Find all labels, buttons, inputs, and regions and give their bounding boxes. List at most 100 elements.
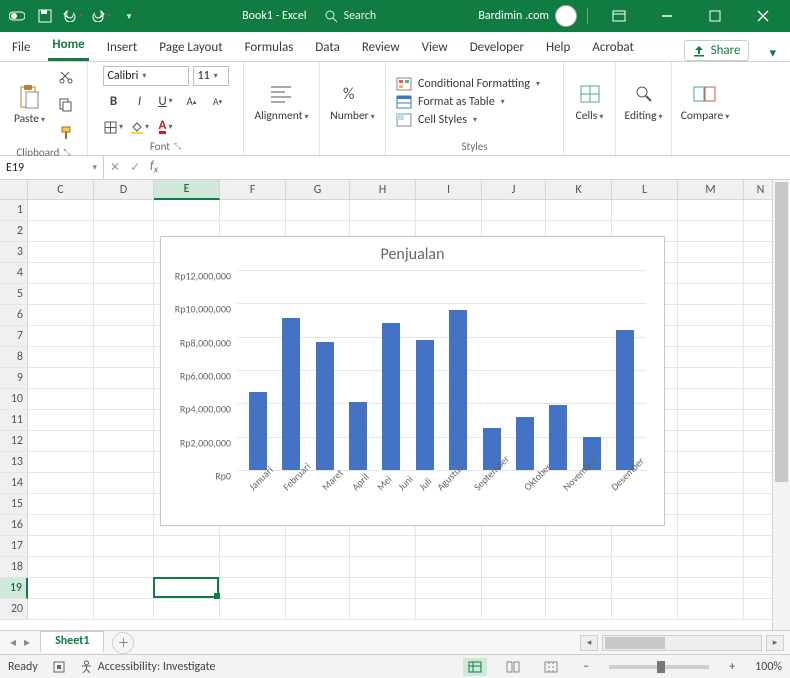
row-header[interactable]: 18 bbox=[0, 557, 28, 578]
sheet-nav-prev[interactable]: ◂ bbox=[10, 635, 16, 650]
cell[interactable] bbox=[28, 494, 94, 515]
cell[interactable] bbox=[94, 599, 154, 620]
cell[interactable] bbox=[94, 368, 154, 389]
row-header[interactable]: 17 bbox=[0, 536, 28, 557]
page-break-view-button[interactable] bbox=[539, 658, 563, 676]
cell[interactable] bbox=[350, 578, 416, 599]
column-header[interactable]: J bbox=[482, 180, 546, 200]
cell[interactable] bbox=[28, 368, 94, 389]
row-header[interactable]: 9 bbox=[0, 368, 28, 389]
formula-input[interactable] bbox=[162, 156, 790, 179]
cell[interactable] bbox=[678, 452, 744, 473]
number-button[interactable]: % Number bbox=[326, 79, 378, 125]
cell[interactable] bbox=[678, 368, 744, 389]
cell[interactable] bbox=[220, 557, 286, 578]
paste-button[interactable]: Paste bbox=[10, 82, 49, 128]
zoom-in-button[interactable]: + bbox=[723, 660, 741, 674]
cell[interactable] bbox=[612, 578, 678, 599]
search-box[interactable]: Search bbox=[325, 9, 377, 23]
font-name-combo[interactable]: Calibri▾ bbox=[103, 66, 189, 86]
italic-button[interactable]: I bbox=[129, 90, 151, 112]
user-avatar[interactable] bbox=[555, 5, 577, 27]
conditional-formatting-button[interactable]: Conditional Formatting▾ bbox=[396, 77, 540, 91]
tab-acrobat[interactable]: Acrobat bbox=[588, 36, 638, 61]
column-header[interactable]: H bbox=[350, 180, 416, 200]
column-header[interactable]: F bbox=[220, 180, 286, 200]
cell[interactable] bbox=[678, 410, 744, 431]
cell[interactable] bbox=[678, 557, 744, 578]
name-box-dropdown[interactable]: ▾ bbox=[92, 162, 97, 173]
underline-button[interactable]: U bbox=[155, 90, 177, 112]
zoom-level[interactable]: 100% bbox=[755, 660, 782, 674]
font-size-combo[interactable]: 11▾ bbox=[193, 66, 229, 86]
accessibility-status[interactable]: Accessibility: Investigate bbox=[80, 660, 216, 674]
column-header[interactable]: I bbox=[416, 180, 482, 200]
cell[interactable] bbox=[482, 599, 546, 620]
cell[interactable] bbox=[94, 557, 154, 578]
alignment-button[interactable]: Alignment bbox=[250, 79, 312, 125]
embedded-chart[interactable]: Penjualan Rp0Rp2,000,000Rp4,000,000Rp6,0… bbox=[160, 236, 665, 526]
bold-button[interactable]: B bbox=[103, 90, 125, 112]
cell[interactable] bbox=[94, 578, 154, 599]
zoom-slider[interactable] bbox=[609, 665, 709, 669]
row-header[interactable]: 14 bbox=[0, 473, 28, 494]
cell[interactable] bbox=[416, 557, 482, 578]
cell[interactable] bbox=[678, 284, 744, 305]
cell[interactable] bbox=[28, 557, 94, 578]
row-header[interactable]: 19 bbox=[0, 578, 28, 599]
editing-button[interactable]: Editing bbox=[621, 79, 667, 125]
maximize-button[interactable] bbox=[694, 0, 736, 32]
tab-file[interactable]: File bbox=[8, 36, 34, 61]
enter-formula-icon[interactable]: ✓ bbox=[130, 160, 140, 175]
cell[interactable] bbox=[678, 347, 744, 368]
cell[interactable] bbox=[286, 557, 350, 578]
tab-insert[interactable]: Insert bbox=[103, 36, 142, 61]
cell[interactable] bbox=[482, 536, 546, 557]
cell[interactable] bbox=[94, 347, 154, 368]
cell[interactable] bbox=[678, 515, 744, 536]
row-header[interactable]: 20 bbox=[0, 599, 28, 620]
format-painter-button[interactable] bbox=[55, 122, 77, 144]
tab-formulas[interactable]: Formulas bbox=[241, 36, 298, 61]
cell[interactable] bbox=[350, 599, 416, 620]
cell[interactable] bbox=[28, 200, 94, 221]
tab-data[interactable]: Data bbox=[311, 36, 344, 61]
cell[interactable] bbox=[286, 536, 350, 557]
row-header[interactable]: 11 bbox=[0, 410, 28, 431]
cell[interactable] bbox=[154, 599, 220, 620]
cell[interactable] bbox=[94, 515, 154, 536]
cell[interactable] bbox=[612, 536, 678, 557]
cell[interactable] bbox=[220, 578, 286, 599]
fx-icon[interactable]: fx bbox=[146, 159, 162, 175]
cell[interactable] bbox=[546, 200, 612, 221]
cell[interactable] bbox=[678, 536, 744, 557]
cell[interactable] bbox=[546, 599, 612, 620]
page-layout-view-button[interactable] bbox=[501, 658, 525, 676]
cell[interactable] bbox=[678, 431, 744, 452]
column-header[interactable]: K bbox=[546, 180, 612, 200]
cell[interactable] bbox=[416, 536, 482, 557]
font-launcher[interactable]: ⤡ bbox=[174, 141, 181, 152]
format-as-table-button[interactable]: Format as Table▾ bbox=[396, 95, 505, 109]
row-header[interactable]: 15 bbox=[0, 494, 28, 515]
cut-button[interactable] bbox=[55, 66, 77, 88]
zoom-out-button[interactable]: − bbox=[577, 660, 595, 674]
row-header[interactable]: 10 bbox=[0, 389, 28, 410]
cell[interactable] bbox=[612, 200, 678, 221]
cell[interactable] bbox=[678, 221, 744, 242]
cell[interactable] bbox=[28, 410, 94, 431]
column-header[interactable]: C bbox=[28, 180, 94, 200]
cell[interactable] bbox=[94, 200, 154, 221]
column-header[interactable]: M bbox=[678, 180, 744, 200]
sheet-nav-next[interactable]: ▸ bbox=[24, 635, 30, 650]
cell[interactable] bbox=[154, 200, 220, 221]
cell[interactable] bbox=[678, 578, 744, 599]
undo-button[interactable] bbox=[62, 4, 84, 28]
row-header[interactable]: 7 bbox=[0, 326, 28, 347]
redo-button[interactable] bbox=[90, 4, 112, 28]
row-header[interactable]: 1 bbox=[0, 200, 28, 221]
cancel-formula-icon[interactable]: ✕ bbox=[110, 160, 120, 175]
row-header[interactable]: 3 bbox=[0, 242, 28, 263]
cell[interactable] bbox=[482, 578, 546, 599]
cell[interactable] bbox=[416, 599, 482, 620]
